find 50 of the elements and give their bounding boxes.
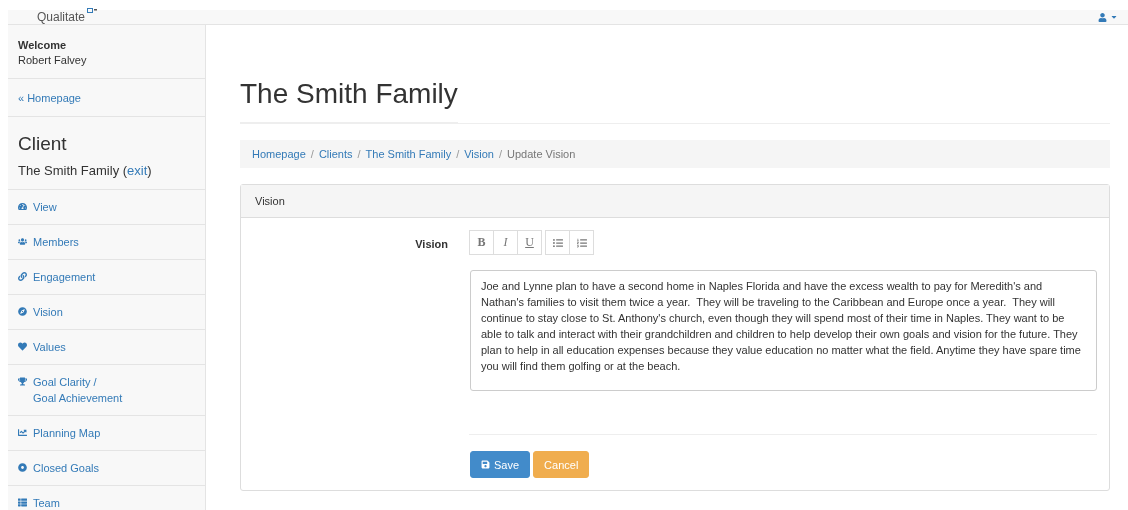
breadcrumb-link[interactable]: Vision [464, 148, 494, 160]
sidebar-item[interactable]: Goal Clarity / Goal Achievement [8, 365, 205, 416]
sidebar-item[interactable]: Members [8, 225, 205, 260]
sidebar-item[interactable]: Engagement [8, 260, 205, 295]
users-icon [18, 237, 27, 246]
breadcrumb-link[interactable]: Clients [318, 148, 353, 160]
sidebar-item[interactable]: Vision [8, 295, 205, 330]
text-editor[interactable]: Joe and Lynne plan to have a second home in Naples Florida and have the excess wealth to pay for Meredith's and Nathan's families to visit them twice a year. They will be traveling to the Caribbean and Europe once a year. They will continue to stay close to St. Anthony's church, even though they will spend most of their time in Naples. They want to be able to talk and interact with their grandchildren and children to help develop their own goals and vision for the future. They plan to help in all education expenses because they value education no matter what the field. Anytime they have spare time you will find them golfing or at the beach. [470, 270, 1097, 391]
breadcrumb-separator: / [499, 148, 503, 160]
breadcrumb-link[interactable]: The Smith Family [365, 148, 452, 160]
format-button[interactable]: I [493, 230, 518, 255]
caret-icon[interactable] [1110, 13, 1118, 21]
breadcrumb-separator: / [357, 148, 361, 160]
compass-icon [18, 307, 27, 316]
logo-icon [87, 8, 98, 15]
line-chart-icon [18, 428, 27, 437]
welcome-label: Welcome [18, 38, 68, 53]
sidebar-item[interactable]: Closed Goals [8, 451, 205, 486]
save-button[interactable]: Save [470, 451, 531, 478]
exit-link[interactable]: exit [127, 163, 148, 178]
homepage-link[interactable]: « Homepage [18, 92, 81, 104]
numbered-list-icon [576, 237, 587, 248]
user-name: Robert Falvey [18, 53, 88, 68]
breadcrumb-current: Update Vision [507, 148, 576, 160]
field-label: Vision [414, 238, 448, 252]
panel-title: Vision [241, 185, 1109, 218]
numbered-list-button[interactable] [569, 230, 594, 255]
format-button[interactable]: B [469, 230, 494, 255]
page-title: The Smith Family [240, 78, 458, 123]
trophy-icon [18, 377, 27, 386]
sidebar-item[interactable]: Team [8, 486, 205, 510]
breadcrumb-separator: / [456, 148, 460, 160]
target-icon [18, 463, 27, 472]
section-title: Client [18, 133, 68, 155]
dashboard-icon [18, 202, 27, 211]
sidebar-item[interactable]: View [8, 190, 205, 225]
format-button[interactable]: U [517, 230, 542, 255]
breadcrumb-separator: / [310, 148, 314, 160]
bullet-list-button[interactable] [545, 230, 570, 255]
list-icon [18, 498, 27, 507]
sidebar-item[interactable]: Values [8, 330, 205, 365]
breadcrumb-link[interactable]: Homepage [252, 148, 306, 160]
user-icon[interactable] [1098, 12, 1107, 22]
bullet-list-icon [552, 237, 563, 248]
sidebar-item[interactable]: Planning Map [8, 416, 205, 451]
brand-logo[interactable]: Qualitate [37, 10, 98, 24]
client-name: The Smith Family (exit) [18, 163, 153, 178]
link-icon [18, 272, 27, 281]
heart-icon [18, 342, 27, 351]
save-icon [481, 460, 490, 469]
